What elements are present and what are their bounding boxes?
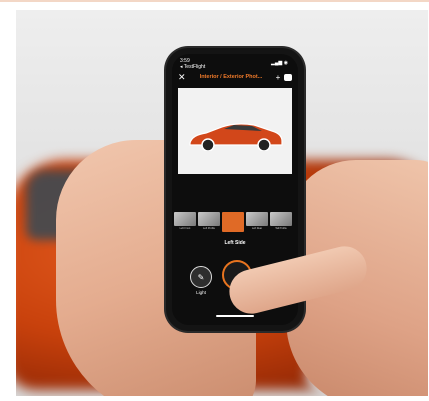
status-bar: 3:59 ◂ TestFlight bbox=[180, 58, 205, 70]
thumbnail-left-front[interactable]: Left Front bbox=[174, 212, 196, 230]
add-icon[interactable]: + bbox=[274, 73, 282, 82]
home-indicator bbox=[216, 315, 254, 317]
car-outline-guide bbox=[189, 123, 283, 151]
gallery-icon[interactable] bbox=[284, 73, 292, 81]
flashlight-icon: ✎ bbox=[197, 272, 205, 282]
top-border bbox=[0, 0, 429, 2]
status-signal: ▂▄▆ ◉ bbox=[271, 60, 288, 66]
thumbnail-tail-profile[interactable]: Tail Profile bbox=[270, 212, 292, 230]
app-toolbar: ✕ Interior / Exterior Phot... + bbox=[178, 71, 292, 83]
status-back-link[interactable]: ◂ TestFlight bbox=[180, 64, 205, 70]
angle-thumbnail-strip: Left Front Left Profile Left Rear Tail P… bbox=[174, 212, 296, 232]
thumbnail-left-rear[interactable]: Left Rear bbox=[246, 212, 268, 230]
screen-title: Interior / Exterior Phot... bbox=[199, 74, 263, 80]
close-icon[interactable]: ✕ bbox=[178, 72, 188, 83]
light-button-label: Light bbox=[196, 290, 206, 295]
light-toggle-button[interactable]: ✎ bbox=[190, 266, 212, 288]
camera-preview bbox=[178, 88, 292, 174]
current-step-label: Left Side bbox=[224, 240, 246, 246]
thumbnail-left-side-active[interactable] bbox=[222, 212, 244, 232]
thumbnail-left-profile[interactable]: Left Profile bbox=[198, 212, 220, 230]
